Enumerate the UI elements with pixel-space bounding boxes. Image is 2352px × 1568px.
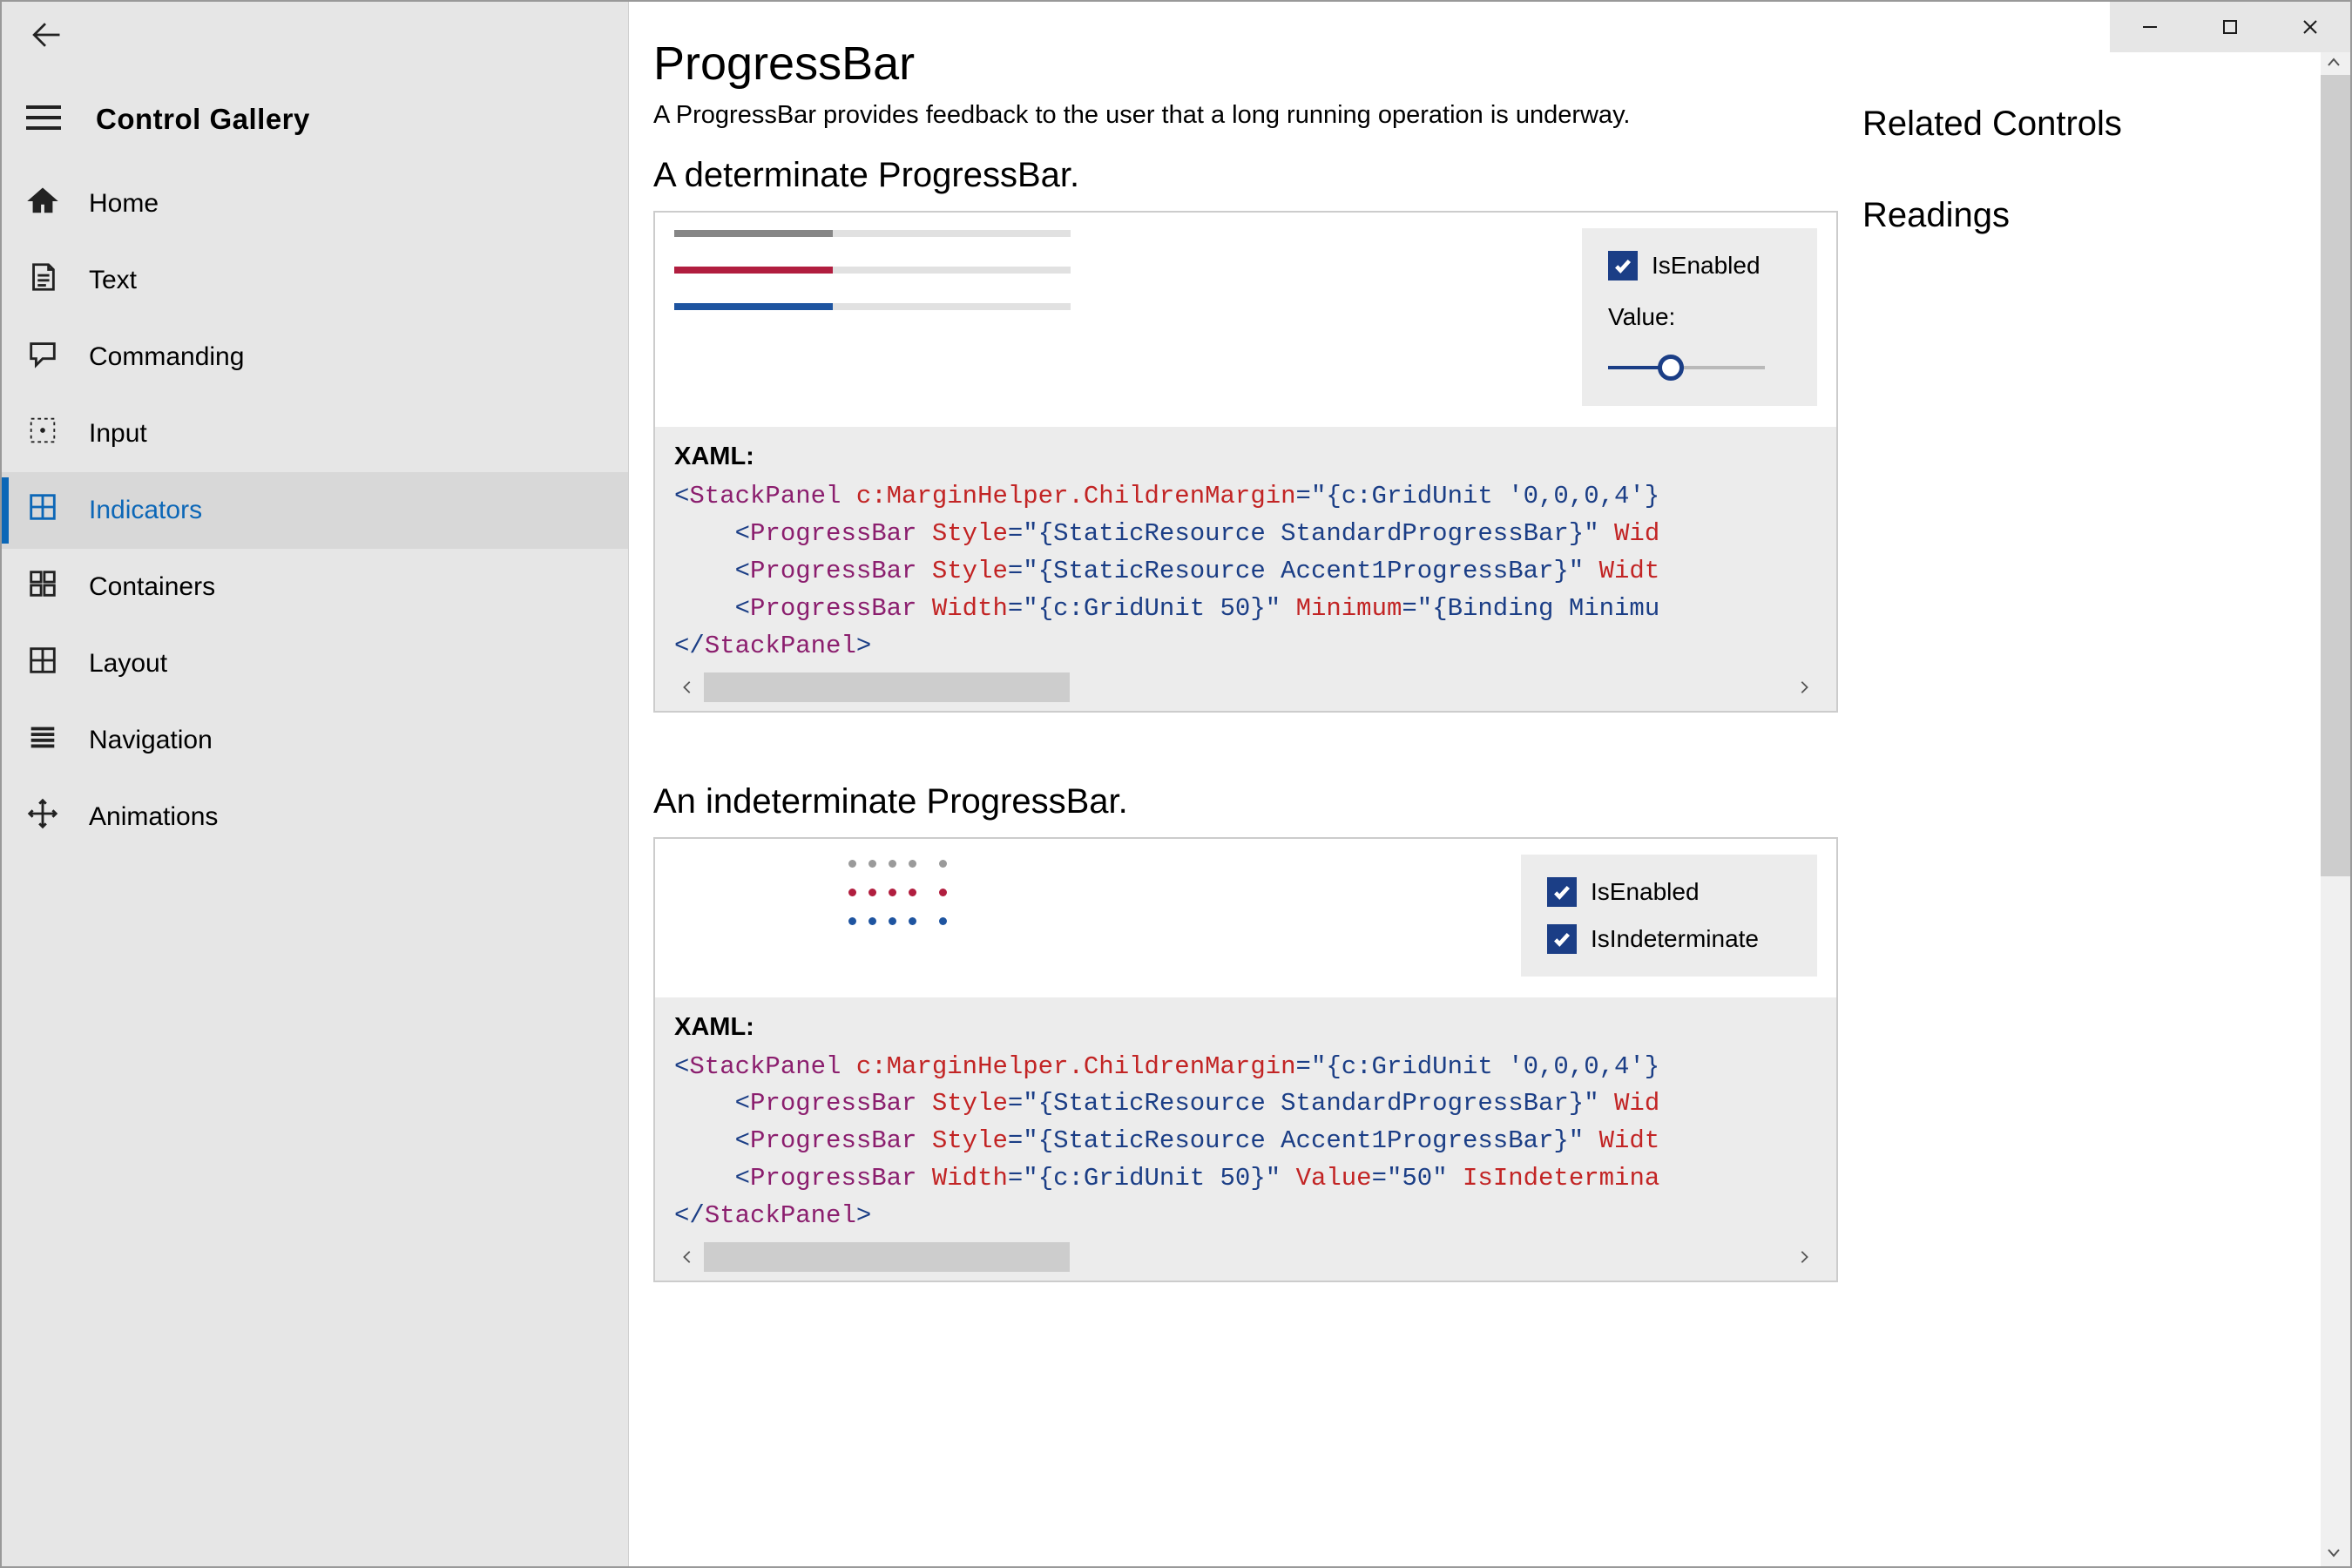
scroll-up-icon[interactable] [2325,54,2346,75]
animations-icon [26,797,59,837]
indeterminate-controls-panel: IsEnabled IsIndeterminate [1521,855,1817,977]
code-horizontal-scrollbar[interactable] [674,672,1817,702]
sidebar-item-layout[interactable]: Layout [2,625,628,702]
aside-panel: Related Controls Readings [1862,2,2350,1566]
readings-heading: Readings [1862,196,2319,235]
isenabled-label: IsEnabled [1652,252,1761,280]
isenabled-checkbox-2[interactable] [1547,877,1577,907]
code-label: XAML: [674,443,1817,471]
determinate-card: IsEnabled Value: XAML: <StackPanel c:Mar… [653,211,1838,713]
sidebar-item-animations[interactable]: Animations [2,779,628,855]
sidebar-item-indicators[interactable]: Indicators [2,472,628,549]
value-label: Value: [1608,303,1791,331]
app-title: Control Gallery [96,103,310,136]
code-horizontal-scrollbar-2[interactable] [674,1242,1817,1272]
page-description: A ProgressBar provides feedback to the u… [653,101,1838,130]
indeterminate-xaml-code: <StackPanel c:MarginHelper.ChildrenMargi… [674,1049,1817,1236]
navigation-icon [26,720,59,760]
progressbar-accent [674,267,1071,274]
input-icon [26,414,59,454]
main-content: ProgressBar A ProgressBar provides feedb… [629,2,1862,1566]
scroll-right-icon-2[interactable] [1791,1244,1817,1270]
sidebar-item-label: Input [89,419,147,449]
indicators-icon [26,490,59,531]
window-close-button[interactable] [2270,2,2350,52]
sidebar-item-label: Animations [89,802,218,832]
text-icon [26,260,59,301]
indeterminate-bar-accent [848,889,947,896]
scroll-down-icon[interactable] [2325,1544,2346,1565]
isenabled-label-2: IsEnabled [1591,878,1700,906]
indeterminate-progressbar-stack [674,855,947,977]
determinate-code-panel: XAML: <StackPanel c:MarginHelper.Childre… [655,427,1836,711]
section-heading-determinate: A determinate ProgressBar. [653,156,1838,195]
code-label-2: XAML: [674,1013,1817,1042]
sidebar-item-input[interactable]: Input [2,395,628,472]
sidebar-item-commanding[interactable]: Commanding [2,319,628,395]
sidebar-item-containers[interactable]: Containers [2,549,628,625]
isenabled-checkbox[interactable] [1608,251,1638,280]
window-minimize-button[interactable] [2110,2,2190,52]
layout-icon [26,644,59,684]
scroll-left-icon-2[interactable] [674,1244,700,1270]
progressbar-standard [674,230,1071,237]
sidebar-item-label: Navigation [89,726,213,755]
scroll-left-icon[interactable] [674,674,700,700]
isindeterminate-checkbox[interactable] [1547,924,1577,954]
sidebar-item-label: Indicators [89,496,202,525]
section-heading-indeterminate: An indeterminate ProgressBar. [653,782,1838,821]
sidebar-item-label: Layout [89,649,167,679]
back-icon[interactable] [26,16,64,58]
home-icon [26,184,59,224]
progressbar-stack [674,228,1071,406]
commanding-icon [26,337,59,377]
sidebar-item-text[interactable]: Text [2,242,628,319]
determinate-xaml-code: <StackPanel c:MarginHelper.ChildrenMargi… [674,478,1817,666]
sidebar-item-label: Commanding [89,342,244,372]
sidebar-item-label: Text [89,266,137,295]
sidebar-item-label: Home [89,189,159,219]
window-caption-buttons [2110,2,2350,52]
indeterminate-bar-default [848,917,947,925]
isindeterminate-label: IsIndeterminate [1591,925,1759,953]
hamburger-icon[interactable] [26,105,61,135]
sidebar-item-navigation[interactable]: Navigation [2,702,628,779]
window-maximize-button[interactable] [2190,2,2270,52]
related-controls-heading: Related Controls [1862,105,2319,144]
determinate-controls-panel: IsEnabled Value: [1582,228,1817,406]
vertical-scrollbar[interactable] [2321,52,2350,1566]
value-slider[interactable] [1608,352,1765,383]
sidebar-item-home[interactable]: Home [2,166,628,242]
indeterminate-code-panel: XAML: <StackPanel c:MarginHelper.Childre… [655,997,1836,1281]
containers-icon [26,567,59,607]
indeterminate-bar-standard [848,860,947,868]
scroll-right-icon[interactable] [1791,674,1817,700]
page-title: ProgressBar [653,37,1838,91]
sidebar-item-label: Containers [89,572,215,602]
progressbar-default [674,303,1071,310]
indeterminate-card: IsEnabled IsIndeterminate XAML: <StackPa… [653,837,1838,1283]
sidebar: Control Gallery Home Text Commanding In [2,2,629,1566]
